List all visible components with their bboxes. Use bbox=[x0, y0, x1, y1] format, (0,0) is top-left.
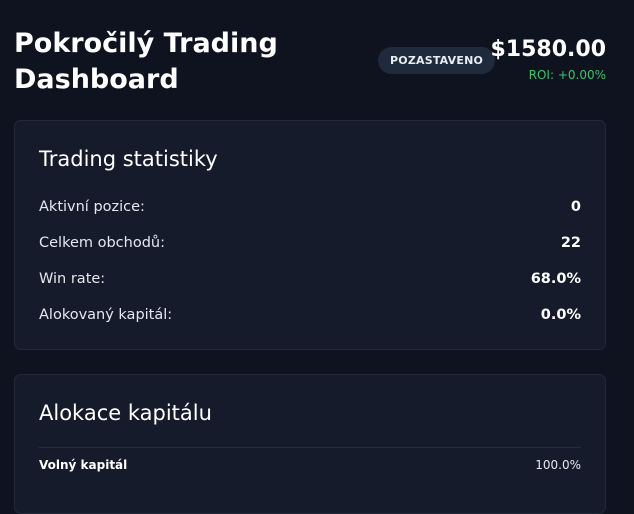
status-badge: POZASTAVENO bbox=[378, 47, 496, 74]
divider bbox=[39, 447, 581, 448]
stat-value: 0.0% bbox=[540, 307, 581, 323]
balance-value: $1580.00 bbox=[490, 37, 606, 62]
trading-stats-list: Aktivní pozice: 0 Celkem obchodů: 22 Win… bbox=[39, 189, 581, 333]
stat-row-win-rate: Win rate: 68.0% bbox=[39, 261, 581, 297]
stat-row-active-positions: Aktivní pozice: 0 bbox=[39, 189, 581, 225]
capital-allocation-card: Alokace kapitálu Volný kapitál 100.0% bbox=[14, 374, 606, 514]
trading-stats-title: Trading statistiky bbox=[39, 147, 218, 171]
free-capital-label: Volný kapitál bbox=[39, 458, 128, 472]
trading-stats-card: Trading statistiky Aktivní pozice: 0 Cel… bbox=[14, 120, 606, 350]
stat-label: Aktivní pozice: bbox=[39, 199, 145, 215]
stat-label: Win rate: bbox=[39, 271, 106, 287]
free-capital-value: 100.0% bbox=[535, 458, 581, 472]
page-title: Pokročilý Trading Dashboard bbox=[14, 28, 278, 95]
stat-row-allocated-capital: Alokovaný kapitál: 0.0% bbox=[39, 297, 581, 333]
stat-value: 68.0% bbox=[530, 271, 581, 287]
capital-allocation-title: Alokace kapitálu bbox=[39, 401, 212, 425]
stat-label: Celkem obchodů: bbox=[39, 235, 165, 251]
roi-value: ROI: +0.00% bbox=[528, 68, 606, 82]
stat-value: 22 bbox=[560, 235, 581, 251]
header: Pokročilý Trading Dashboard POZASTAVENO … bbox=[14, 0, 606, 120]
free-capital-row: Volný kapitál 100.0% bbox=[39, 458, 581, 472]
stat-value: 0 bbox=[570, 199, 581, 215]
stat-row-total-trades: Celkem obchodů: 22 bbox=[39, 225, 581, 261]
stat-label: Alokovaný kapitál: bbox=[39, 307, 173, 323]
